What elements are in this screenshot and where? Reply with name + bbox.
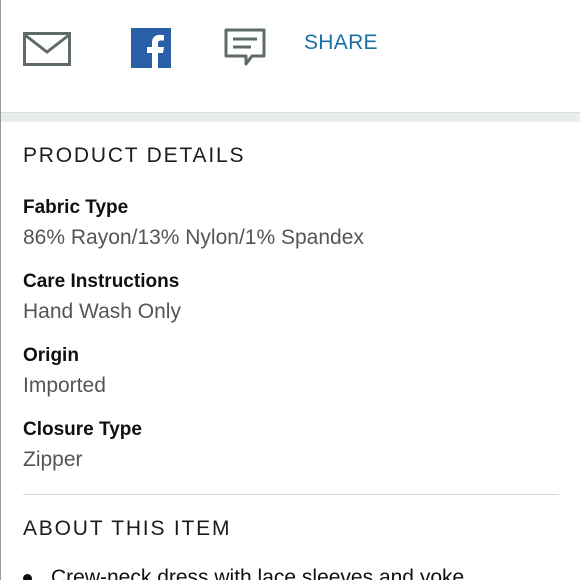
detail-origin: Origin Imported <box>23 344 106 400</box>
share-link[interactable]: SHARE <box>304 31 378 55</box>
detail-label: Origin <box>23 345 79 366</box>
detail-label: Closure Type <box>23 419 142 440</box>
section-separator <box>1 112 580 122</box>
comment-icon[interactable] <box>224 28 266 68</box>
mail-icon[interactable] <box>23 32 71 66</box>
detail-label: Care Instructions <box>23 271 180 292</box>
detail-value: 86% Rayon/13% Nylon/1% Spandex <box>23 226 364 249</box>
detail-value: Hand Wash Only <box>23 300 181 323</box>
detail-fabric-type: Fabric Type 86% Rayon/13% Nylon/1% Spand… <box>23 196 364 252</box>
detail-value: Imported <box>23 374 106 397</box>
facebook-icon[interactable] <box>131 28 171 68</box>
detail-label: Fabric Type <box>23 197 129 218</box>
about-bullet-item: Crew-neck dress with lace sleeves and yo… <box>23 566 563 580</box>
detail-value: Zipper <box>23 448 83 471</box>
divider <box>23 494 559 495</box>
bullet-text: Crew-neck dress with lace sleeves and yo… <box>51 566 465 580</box>
product-details-heading: PRODUCT DETAILS <box>23 144 246 167</box>
detail-closure-type: Closure Type Zipper <box>23 418 142 474</box>
product-page: SHARE PRODUCT DETAILS Fabric Type 86% Ra… <box>0 0 580 580</box>
detail-care-instructions: Care Instructions Hand Wash Only <box>23 270 181 326</box>
share-bar: SHARE <box>1 0 580 112</box>
about-item-heading: ABOUT THIS ITEM <box>23 517 232 540</box>
bullet-icon <box>23 574 32 580</box>
